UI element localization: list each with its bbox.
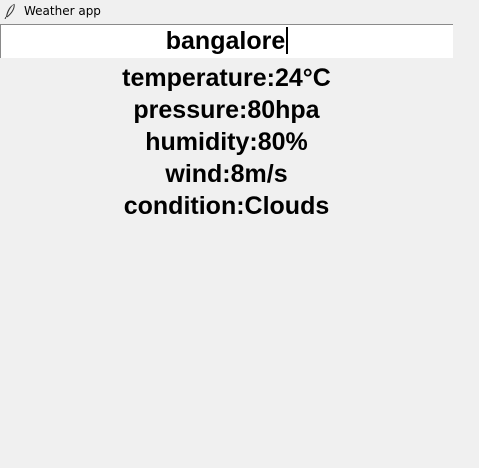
humidity-label: humidity:80% (145, 128, 308, 156)
wind-label: wind:8m/s (165, 160, 288, 188)
city-input[interactable]: bangalore (0, 24, 453, 58)
text-caret (286, 27, 289, 54)
feather-icon (4, 3, 15, 19)
title-bar[interactable]: Weather app (0, 0, 479, 23)
pressure-label: pressure:80hpa (133, 96, 320, 124)
window-title: Weather app (24, 4, 101, 18)
condition-label: condition:Clouds (123, 192, 330, 220)
city-input-value: bangalore (165, 27, 286, 55)
temperature-label: temperature:24°C (122, 64, 331, 92)
